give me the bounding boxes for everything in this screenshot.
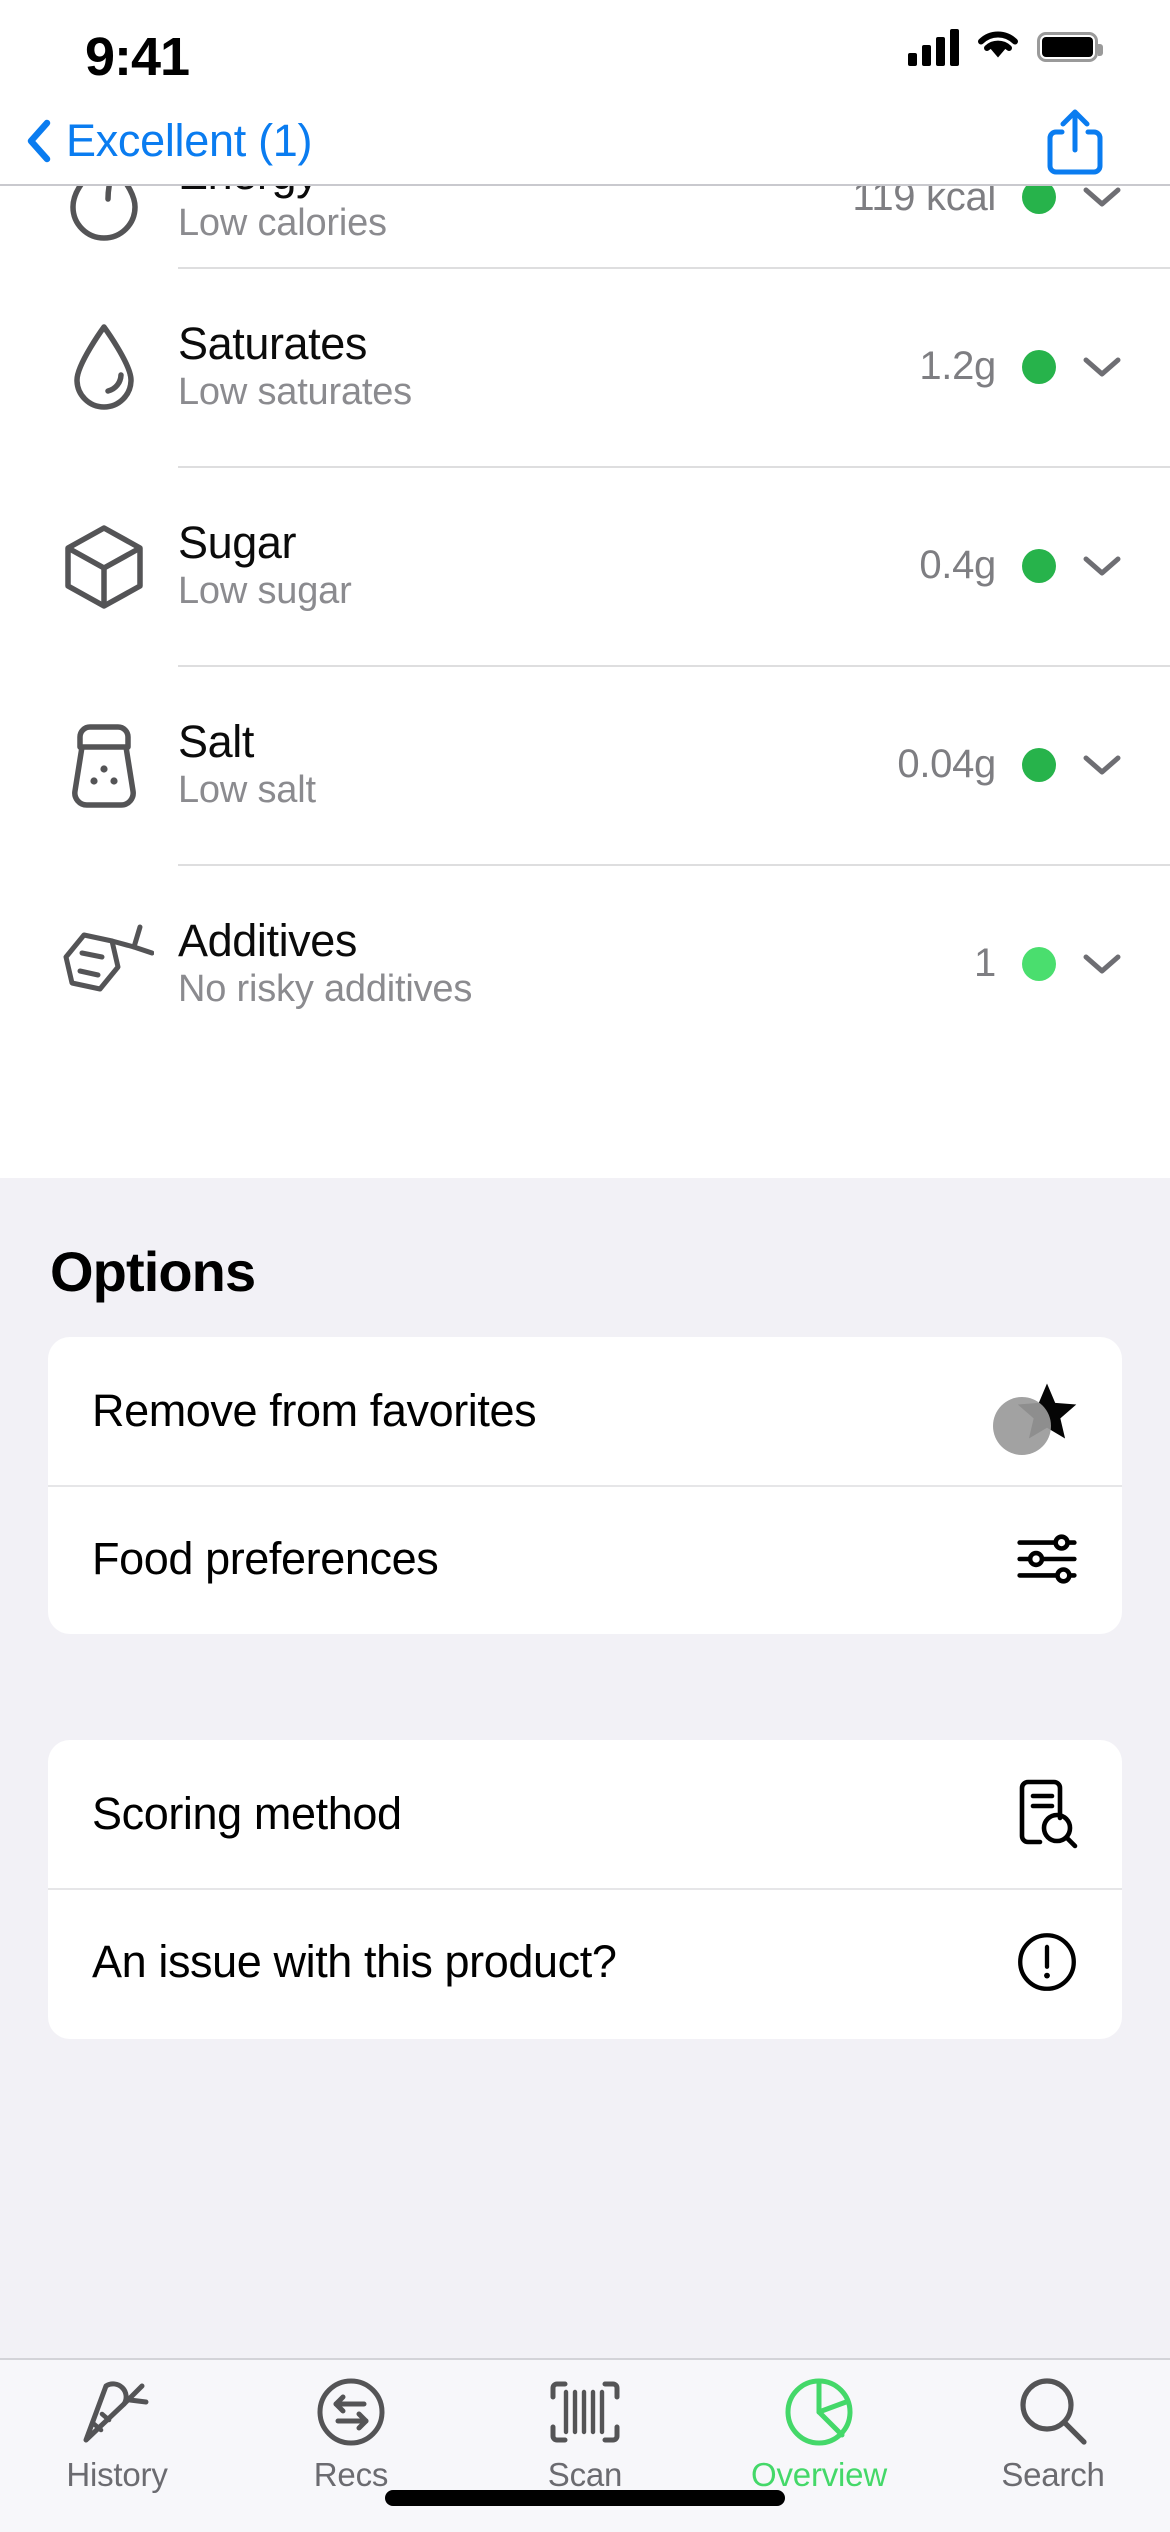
barcode-icon <box>549 2376 621 2448</box>
status-bar-indicators <box>908 28 1103 66</box>
droplet-icon <box>30 319 178 415</box>
option-label: Food preferences <box>92 1533 439 1584</box>
chevron-down-icon[interactable] <box>1082 186 1122 209</box>
home-indicator <box>385 2490 785 2506</box>
nutrition-row-sugar[interactable]: Sugar Low sugar 0.4g <box>0 466 1170 665</box>
nutrition-row-title: Saturates <box>178 317 368 369</box>
nutrition-row-energy[interactable]: Energy Low calories 119 kcal <box>0 186 1170 267</box>
nutrition-row-title: Salt <box>178 715 254 767</box>
options-section: Options Remove from favorites Food prefe… <box>0 1178 1170 2358</box>
wifi-icon <box>976 28 1020 66</box>
option-label: Scoring method <box>92 1788 402 1839</box>
status-bar-time: 9:41 <box>85 27 190 87</box>
cellular-bars-icon <box>908 28 959 66</box>
nutrition-row-value: 0.04g <box>897 742 996 786</box>
nutrition-row-text: Additives No risky additives <box>178 917 974 1010</box>
nutrition-row-saturates[interactable]: Saturates Low saturates 1.2g <box>0 267 1170 466</box>
tab-label: History <box>66 2456 168 2493</box>
navigation-bar: Excellent (1) <box>0 98 1170 184</box>
option-report-issue[interactable]: An issue with this product? <box>48 1888 1122 2036</box>
tab-history[interactable]: History <box>0 2376 234 2494</box>
back-button[interactable]: Excellent (1) <box>26 115 313 167</box>
tab-label: Scan <box>547 2456 623 2493</box>
share-icon[interactable] <box>1042 106 1108 176</box>
back-button-label: Excellent (1) <box>66 115 313 166</box>
sugar-cube-icon <box>30 520 178 612</box>
options-heading: Options <box>50 1240 256 1303</box>
tab-bar: History Recs Scan Overview Search <box>0 2358 1170 2532</box>
touch-indicator <box>993 1397 1051 1455</box>
status-dot <box>1022 349 1056 384</box>
option-scoring-method[interactable]: Scoring method <box>48 1740 1122 1888</box>
nutrition-row-title: Energy <box>178 186 852 198</box>
status-dot <box>1022 946 1056 981</box>
options-card-secondary: Scoring method An issue with this produc… <box>48 1740 1122 2039</box>
nutrition-row-text: Sugar Low sugar <box>178 519 919 612</box>
tab-search[interactable]: Search <box>936 2376 1170 2494</box>
option-remove-from-favorites[interactable]: Remove from favorites <box>48 1337 1122 1485</box>
nutrition-row-right: 1 <box>974 941 1122 986</box>
document-search-icon <box>1016 1779 1078 1849</box>
options-card-primary: Remove from favorites Food preferences <box>48 1337 1122 1634</box>
nutrition-list: Energy Low calories 119 kcal <box>0 186 1170 1178</box>
battery-full-icon <box>1037 32 1103 62</box>
nutrition-row-salt[interactable]: Salt Low salt 0.04g <box>0 665 1170 864</box>
nutrition-row-subtitle: Low calories <box>178 201 387 244</box>
tab-label: Overview <box>751 2456 887 2493</box>
nutrition-row-text: Energy Low calories <box>178 186 852 244</box>
nutrition-row-title: Additives <box>178 914 357 966</box>
status-dot <box>1022 186 1056 214</box>
status-dot <box>1022 548 1056 583</box>
nutrition-row-subtitle: Low sugar <box>178 570 352 613</box>
carrot-icon <box>78 2376 156 2448</box>
nutrition-row-value: 1 <box>974 941 996 985</box>
app-screen: 9:41 Excellent (1) Low calories 119 kcal… <box>0 0 1170 2532</box>
nutrition-row-value: 0.4g <box>919 543 996 587</box>
exclamation-circle-icon <box>1016 1931 1078 1993</box>
nutrition-row-subtitle: Low salt <box>178 769 316 812</box>
nutrition-row-value: 1.2g <box>919 344 996 388</box>
tab-label: Search <box>1001 2456 1105 2493</box>
chevron-down-icon[interactable] <box>1082 355 1122 379</box>
flame-icon <box>30 186 178 247</box>
nutrition-row-text: Salt Low salt <box>178 718 897 811</box>
option-label: An issue with this product? <box>92 1936 617 1987</box>
nutrition-row-subtitle: Low saturates <box>178 371 412 414</box>
nutrition-row-right: 119 kcal <box>852 186 1122 220</box>
chevron-down-icon[interactable] <box>1082 554 1122 578</box>
nutrition-row-title: Sugar <box>178 516 297 568</box>
nutrition-row-subtitle: No risky additives <box>178 968 473 1011</box>
tab-recs[interactable]: Recs <box>234 2376 468 2494</box>
option-food-preferences[interactable]: Food preferences <box>48 1485 1122 1633</box>
nutrition-row-text: Saturates Low saturates <box>178 320 919 413</box>
chevron-left-icon <box>26 119 52 163</box>
chevron-down-icon[interactable] <box>1082 753 1122 777</box>
search-icon <box>1016 2376 1090 2448</box>
molecule-icon <box>30 921 178 1007</box>
status-dot <box>1022 747 1056 782</box>
swap-arrows-circle-icon <box>315 2376 387 2448</box>
nutrition-row-additives[interactable]: Additives No risky additives 1 <box>0 864 1170 1063</box>
sliders-icon <box>1016 1528 1078 1590</box>
option-label: Remove from favorites <box>92 1385 537 1436</box>
nutrition-row-right: 0.04g <box>897 742 1122 787</box>
status-bar: 9:41 <box>0 0 1170 98</box>
tab-label: Recs <box>313 2456 389 2493</box>
salt-shaker-icon <box>30 717 178 813</box>
nutrition-row-right: 0.4g <box>919 543 1122 588</box>
pie-chart-icon <box>782 2376 856 2448</box>
nutrition-row-value: 119 kcal <box>852 186 996 219</box>
chevron-down-icon[interactable] <box>1082 952 1122 976</box>
nutrition-row-right: 1.2g <box>919 344 1122 389</box>
tab-overview[interactable]: Overview <box>702 2376 936 2494</box>
tab-scan[interactable]: Scan <box>468 2376 702 2494</box>
